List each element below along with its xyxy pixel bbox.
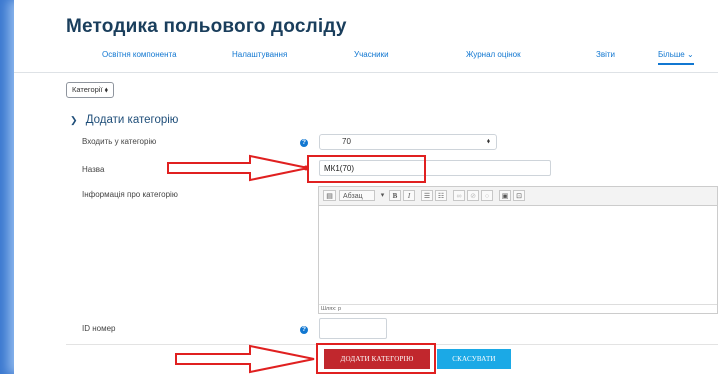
format-dropdown-icon: ▾ <box>380 192 385 199</box>
id-number-input[interactable] <box>319 318 387 339</box>
tab-reports[interactable]: Звіти <box>596 50 615 59</box>
name-label: Назва <box>82 165 105 174</box>
name-highlight-box <box>307 155 426 183</box>
toolbar-toggle-icon[interactable]: ▤ <box>323 190 336 201</box>
page-frame: Методика польового досліду Освітня компо… <box>14 0 718 374</box>
tab-more[interactable]: Більше ⌄ <box>658 50 694 65</box>
id-number-label: ID номер <box>82 324 116 333</box>
parent-category-value: 70 <box>342 137 351 146</box>
info-label: Інформація про категорію <box>82 190 178 199</box>
category-select[interactable]: Категорії ⬧ <box>66 82 115 98</box>
bullet-list-icon[interactable]: ☰ <box>421 190 433 201</box>
editor-toolbar: ▤ Абзац ▾ B I ☰ ☷ ∞ ⊘ ○ ▣ ⊡ <box>319 187 717 206</box>
tab-settings[interactable]: Налаштування <box>232 50 287 59</box>
italic-icon[interactable]: I <box>403 190 415 201</box>
help-icon[interactable]: ? <box>300 326 308 334</box>
help-icon[interactable]: ? <box>300 139 308 147</box>
chevron-down-icon: ❯ <box>70 115 78 125</box>
tab-participants[interactable]: Учасники <box>354 50 389 59</box>
tab-grades[interactable]: Журнал оцінок <box>466 50 521 59</box>
description-editor[interactable]: ▤ Абзац ▾ B I ☰ ☷ ∞ ⊘ ○ ▣ ⊡ Шлях: p <box>318 186 718 314</box>
secondary-nav: Освітня компонента Налаштування Учасники… <box>14 44 718 73</box>
button-highlight-box <box>316 343 436 374</box>
editor-path: Шлях: p <box>319 304 717 313</box>
annotation-arrow-icon <box>167 154 309 182</box>
section-title: Додати категорію <box>85 114 179 126</box>
select-caret-icon: ⬧ <box>486 138 490 145</box>
parent-category-select[interactable]: 70 ⬧ <box>319 134 497 150</box>
emoticon-icon[interactable]: ○ <box>481 190 493 201</box>
link-icon[interactable]: ∞ <box>453 190 465 201</box>
unlink-icon[interactable]: ⊘ <box>467 190 479 201</box>
numbered-list-icon[interactable]: ☷ <box>435 190 447 201</box>
parent-category-label: Входить у категорію <box>82 137 157 146</box>
course-title: Методика польового досліду <box>66 16 347 37</box>
format-select[interactable]: Абзац <box>339 190 375 201</box>
cancel-button[interactable]: СКАСУВАТИ <box>437 349 511 369</box>
bold-icon[interactable]: B <box>389 190 401 201</box>
add-category-header[interactable]: ❯ Додати категорію <box>70 114 178 126</box>
media-icon[interactable]: ⊡ <box>513 190 525 201</box>
image-icon[interactable]: ▣ <box>499 190 511 201</box>
format-select-value: Абзац <box>343 193 363 200</box>
annotation-arrow-icon <box>175 344 315 374</box>
tab-course[interactable]: Освітня компонента <box>102 50 177 59</box>
